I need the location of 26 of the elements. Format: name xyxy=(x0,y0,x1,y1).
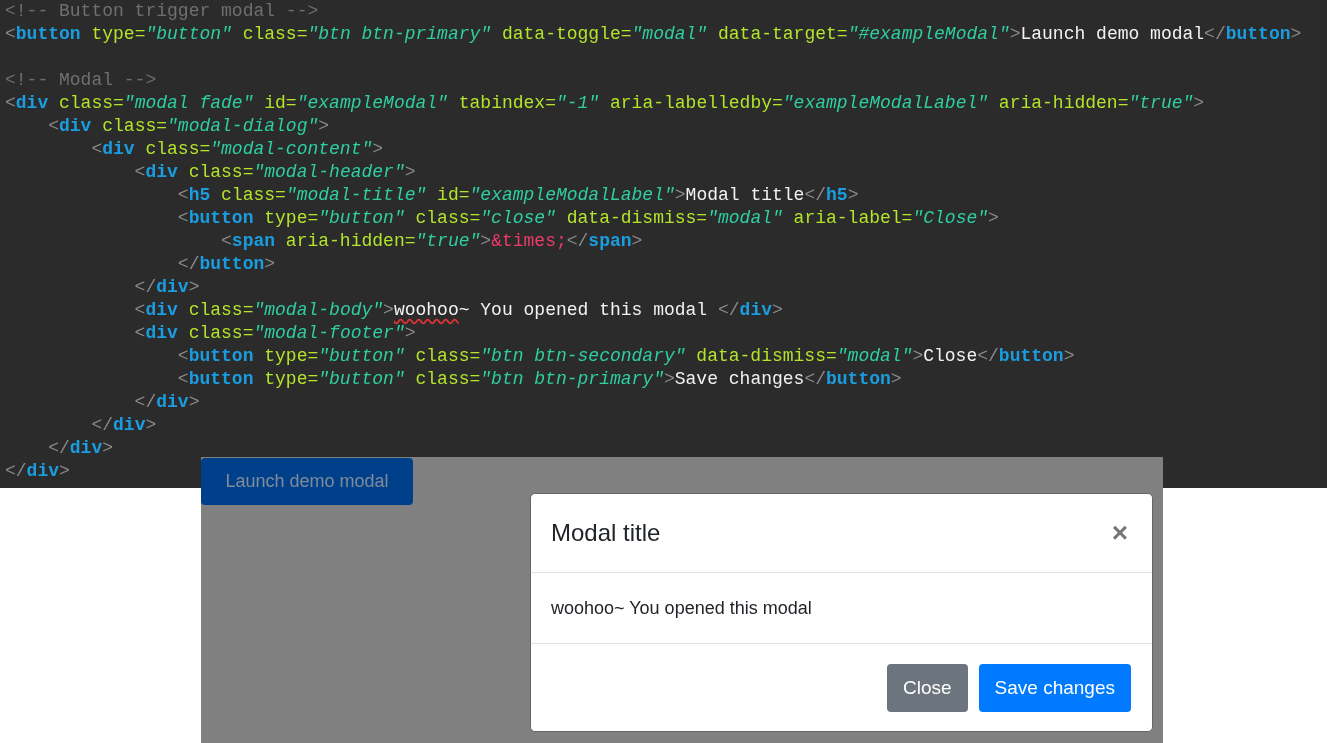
code-line: <!-- Modal --> xyxy=(5,69,157,92)
launch-demo-modal-button[interactable]: Launch demo modal xyxy=(201,458,413,505)
code-line: <div class="modal-content"> xyxy=(90,138,384,161)
close-footer-button[interactable]: Close xyxy=(887,663,968,712)
code-line: <div class="modal-dialog"> xyxy=(47,115,330,138)
close-button[interactable]: × xyxy=(1107,519,1132,547)
modal-body-text: woohoo~ You opened this modal xyxy=(551,597,812,619)
code-line: <button type="button" class="btn btn-primary">Save changes</button> xyxy=(176,368,902,391)
code-line: <div class="modal-body">woohoo~ You opened this modal </div> xyxy=(133,299,783,322)
save-button[interactable]: Save changes xyxy=(978,663,1131,712)
code-line: </div> xyxy=(5,460,70,483)
code-line: <div class="modal-footer"> xyxy=(133,322,416,345)
code-line: <button type="button" class="btn btn-secondary" data-dismiss="modal">Close</button> xyxy=(176,345,1075,368)
code-line: </div> xyxy=(133,391,200,414)
code-line: <div class="modal fade" id="exampleModal" tabindex="-1" aria-labelledby="exampleModalLabel" aria-hidden="true"> xyxy=(5,92,1205,115)
code-line: <!-- Button trigger modal --> xyxy=(5,0,319,23)
code-line: </button> xyxy=(176,253,276,276)
code-line: <button type="button" class="btn btn-primary" data-toggle="modal" data-target="#exampleModal">Launch demo modal</button> xyxy=(5,23,1302,46)
code-line: <h5 class="modal-title" id="exampleModalLabel">Modal title</h5> xyxy=(176,184,859,207)
modal-title: Modal title xyxy=(551,519,661,547)
code-line: <span aria-hidden="true">&times;</span> xyxy=(220,230,643,253)
code-line: </div> xyxy=(90,414,157,437)
code-line: </div> xyxy=(47,437,114,460)
code-line: </div> xyxy=(133,276,200,299)
code-line: <button type="button" class="close" data-dismiss="modal" aria-label="Close"> xyxy=(176,207,999,230)
code-line: <div class="modal-header"> xyxy=(133,161,416,184)
